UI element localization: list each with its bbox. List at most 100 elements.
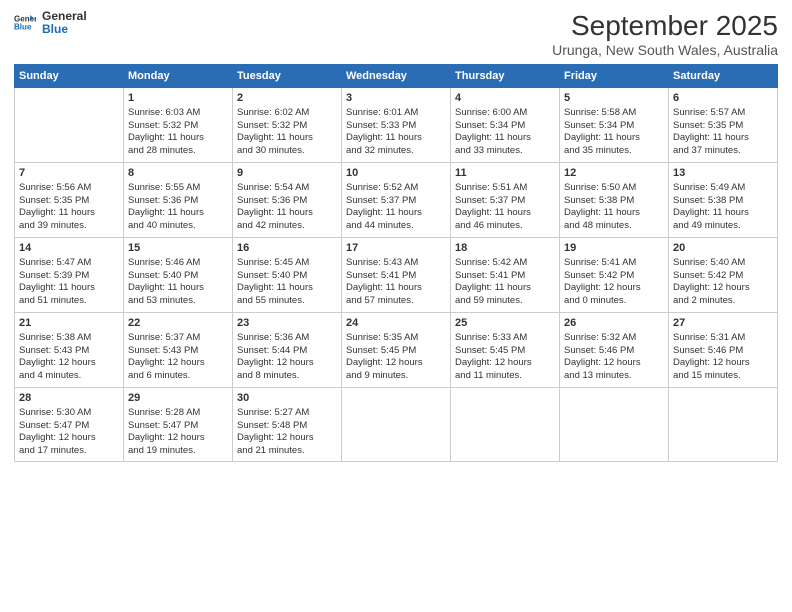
col-header-tuesday: Tuesday — [233, 65, 342, 88]
calendar-cell: 10Sunrise: 5:52 AM Sunset: 5:37 PM Dayli… — [342, 163, 451, 238]
day-info: Sunrise: 5:46 AM Sunset: 5:40 PM Dayligh… — [128, 257, 228, 308]
day-info: Sunrise: 5:51 AM Sunset: 5:37 PM Dayligh… — [455, 182, 555, 233]
calendar-week-4: 28Sunrise: 5:30 AM Sunset: 5:47 PM Dayli… — [15, 388, 778, 462]
calendar-week-2: 14Sunrise: 5:47 AM Sunset: 5:39 PM Dayli… — [15, 238, 778, 313]
day-number: 1 — [128, 91, 228, 106]
col-header-friday: Friday — [560, 65, 669, 88]
day-number: 15 — [128, 241, 228, 256]
calendar-cell: 23Sunrise: 5:36 AM Sunset: 5:44 PM Dayli… — [233, 313, 342, 388]
calendar-cell: 29Sunrise: 5:28 AM Sunset: 5:47 PM Dayli… — [124, 388, 233, 462]
calendar-cell — [451, 388, 560, 462]
day-number: 6 — [673, 91, 773, 106]
day-info: Sunrise: 6:01 AM Sunset: 5:33 PM Dayligh… — [346, 107, 446, 158]
day-info: Sunrise: 6:00 AM Sunset: 5:34 PM Dayligh… — [455, 107, 555, 158]
day-number: 12 — [564, 166, 664, 181]
calendar-cell: 25Sunrise: 5:33 AM Sunset: 5:45 PM Dayli… — [451, 313, 560, 388]
day-number: 18 — [455, 241, 555, 256]
day-info: Sunrise: 5:55 AM Sunset: 5:36 PM Dayligh… — [128, 182, 228, 233]
day-number: 23 — [237, 316, 337, 331]
page-container: General Blue General Blue September 2025… — [0, 0, 792, 468]
calendar-cell: 19Sunrise: 5:41 AM Sunset: 5:42 PM Dayli… — [560, 238, 669, 313]
day-info: Sunrise: 6:03 AM Sunset: 5:32 PM Dayligh… — [128, 107, 228, 158]
calendar-cell: 20Sunrise: 5:40 AM Sunset: 5:42 PM Dayli… — [669, 238, 778, 313]
logo-blue: Blue — [42, 23, 87, 36]
calendar-week-0: 1Sunrise: 6:03 AM Sunset: 5:32 PM Daylig… — [15, 88, 778, 163]
calendar-cell: 21Sunrise: 5:38 AM Sunset: 5:43 PM Dayli… — [15, 313, 124, 388]
calendar-cell: 30Sunrise: 5:27 AM Sunset: 5:48 PM Dayli… — [233, 388, 342, 462]
calendar-week-3: 21Sunrise: 5:38 AM Sunset: 5:43 PM Dayli… — [15, 313, 778, 388]
calendar-cell — [669, 388, 778, 462]
day-info: Sunrise: 5:49 AM Sunset: 5:38 PM Dayligh… — [673, 182, 773, 233]
day-number: 26 — [564, 316, 664, 331]
calendar-week-1: 7Sunrise: 5:56 AM Sunset: 5:35 PM Daylig… — [15, 163, 778, 238]
day-number: 14 — [19, 241, 119, 256]
day-info: Sunrise: 5:52 AM Sunset: 5:37 PM Dayligh… — [346, 182, 446, 233]
calendar-cell: 7Sunrise: 5:56 AM Sunset: 5:35 PM Daylig… — [15, 163, 124, 238]
day-number: 27 — [673, 316, 773, 331]
day-number: 13 — [673, 166, 773, 181]
col-header-sunday: Sunday — [15, 65, 124, 88]
day-info: Sunrise: 5:57 AM Sunset: 5:35 PM Dayligh… — [673, 107, 773, 158]
day-number: 28 — [19, 391, 119, 406]
day-info: Sunrise: 5:41 AM Sunset: 5:42 PM Dayligh… — [564, 257, 664, 308]
calendar-cell: 18Sunrise: 5:42 AM Sunset: 5:41 PM Dayli… — [451, 238, 560, 313]
day-number: 29 — [128, 391, 228, 406]
day-number: 3 — [346, 91, 446, 106]
calendar-cell: 2Sunrise: 6:02 AM Sunset: 5:32 PM Daylig… — [233, 88, 342, 163]
col-header-saturday: Saturday — [669, 65, 778, 88]
day-number: 24 — [346, 316, 446, 331]
day-info: Sunrise: 6:02 AM Sunset: 5:32 PM Dayligh… — [237, 107, 337, 158]
col-header-monday: Monday — [124, 65, 233, 88]
day-info: Sunrise: 5:40 AM Sunset: 5:42 PM Dayligh… — [673, 257, 773, 308]
calendar-cell — [560, 388, 669, 462]
day-number: 8 — [128, 166, 228, 181]
day-info: Sunrise: 5:35 AM Sunset: 5:45 PM Dayligh… — [346, 332, 446, 383]
day-number: 30 — [237, 391, 337, 406]
calendar-cell: 22Sunrise: 5:37 AM Sunset: 5:43 PM Dayli… — [124, 313, 233, 388]
calendar-table: SundayMondayTuesdayWednesdayThursdayFrid… — [14, 64, 778, 462]
calendar-cell — [342, 388, 451, 462]
header: General Blue General Blue September 2025… — [14, 10, 778, 58]
day-number: 9 — [237, 166, 337, 181]
day-number: 16 — [237, 241, 337, 256]
logo: General Blue General Blue — [14, 10, 87, 36]
day-number: 2 — [237, 91, 337, 106]
day-info: Sunrise: 5:50 AM Sunset: 5:38 PM Dayligh… — [564, 182, 664, 233]
calendar-cell — [15, 88, 124, 163]
calendar-cell: 6Sunrise: 5:57 AM Sunset: 5:35 PM Daylig… — [669, 88, 778, 163]
calendar-cell: 5Sunrise: 5:58 AM Sunset: 5:34 PM Daylig… — [560, 88, 669, 163]
day-info: Sunrise: 5:56 AM Sunset: 5:35 PM Dayligh… — [19, 182, 119, 233]
calendar-cell: 27Sunrise: 5:31 AM Sunset: 5:46 PM Dayli… — [669, 313, 778, 388]
day-info: Sunrise: 5:37 AM Sunset: 5:43 PM Dayligh… — [128, 332, 228, 383]
day-info: Sunrise: 5:38 AM Sunset: 5:43 PM Dayligh… — [19, 332, 119, 383]
day-info: Sunrise: 5:30 AM Sunset: 5:47 PM Dayligh… — [19, 407, 119, 458]
day-info: Sunrise: 5:31 AM Sunset: 5:46 PM Dayligh… — [673, 332, 773, 383]
calendar-cell: 16Sunrise: 5:45 AM Sunset: 5:40 PM Dayli… — [233, 238, 342, 313]
col-header-wednesday: Wednesday — [342, 65, 451, 88]
day-number: 5 — [564, 91, 664, 106]
day-info: Sunrise: 5:36 AM Sunset: 5:44 PM Dayligh… — [237, 332, 337, 383]
day-number: 4 — [455, 91, 555, 106]
day-info: Sunrise: 5:54 AM Sunset: 5:36 PM Dayligh… — [237, 182, 337, 233]
day-info: Sunrise: 5:58 AM Sunset: 5:34 PM Dayligh… — [564, 107, 664, 158]
day-number: 21 — [19, 316, 119, 331]
calendar-cell: 28Sunrise: 5:30 AM Sunset: 5:47 PM Dayli… — [15, 388, 124, 462]
day-info: Sunrise: 5:27 AM Sunset: 5:48 PM Dayligh… — [237, 407, 337, 458]
day-info: Sunrise: 5:42 AM Sunset: 5:41 PM Dayligh… — [455, 257, 555, 308]
title-block: September 2025 Urunga, New South Wales, … — [552, 10, 778, 58]
day-number: 17 — [346, 241, 446, 256]
day-number: 22 — [128, 316, 228, 331]
calendar-header-row: SundayMondayTuesdayWednesdayThursdayFrid… — [15, 65, 778, 88]
month-title: September 2025 — [552, 10, 778, 42]
calendar-cell: 1Sunrise: 6:03 AM Sunset: 5:32 PM Daylig… — [124, 88, 233, 163]
day-info: Sunrise: 5:47 AM Sunset: 5:39 PM Dayligh… — [19, 257, 119, 308]
calendar-cell: 13Sunrise: 5:49 AM Sunset: 5:38 PM Dayli… — [669, 163, 778, 238]
day-info: Sunrise: 5:33 AM Sunset: 5:45 PM Dayligh… — [455, 332, 555, 383]
calendar-cell: 12Sunrise: 5:50 AM Sunset: 5:38 PM Dayli… — [560, 163, 669, 238]
day-info: Sunrise: 5:28 AM Sunset: 5:47 PM Dayligh… — [128, 407, 228, 458]
svg-text:Blue: Blue — [14, 23, 32, 32]
calendar-cell: 11Sunrise: 5:51 AM Sunset: 5:37 PM Dayli… — [451, 163, 560, 238]
calendar-cell: 15Sunrise: 5:46 AM Sunset: 5:40 PM Dayli… — [124, 238, 233, 313]
calendar-cell: 3Sunrise: 6:01 AM Sunset: 5:33 PM Daylig… — [342, 88, 451, 163]
day-number: 20 — [673, 241, 773, 256]
